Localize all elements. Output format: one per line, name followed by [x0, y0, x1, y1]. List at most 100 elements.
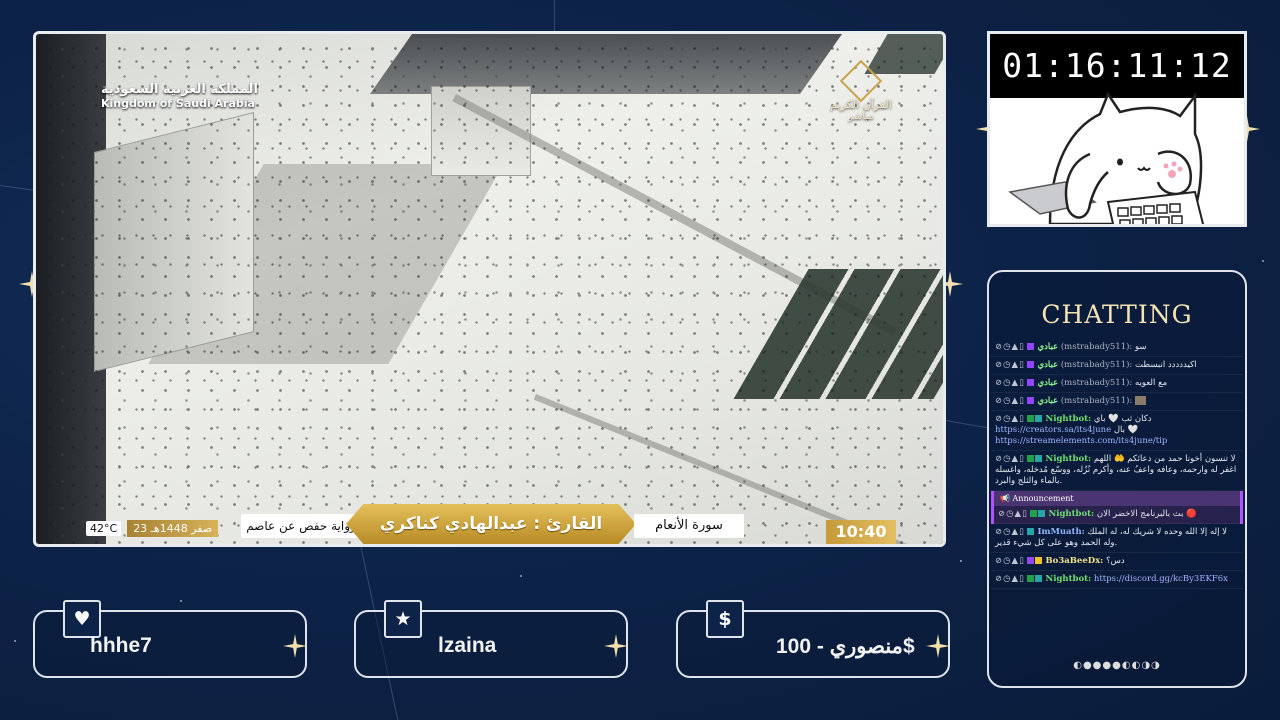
- chat-message: ⊘◷▲▯ Nightbot: بث بالبرنامج الاخضر الان …: [994, 506, 1240, 524]
- emote-icon: [1135, 396, 1146, 405]
- chat-message: ⊘◷▲▯ عبادي (mstrabady511): مع العويه: [991, 375, 1243, 393]
- chat-username[interactable]: عبادي: [1037, 360, 1058, 370]
- chat-message: ⊘◷▲▯ عبادي (mstrabady511): اكيددددد انبس…: [991, 357, 1243, 375]
- ksa-watermark: المملكة العربية السعودية Kingdom of Saud…: [101, 82, 258, 110]
- chat-text: بث بالبرنامج الاخضر الان 🔴: [1096, 509, 1197, 519]
- last-follower-box: ♥ hhhe7: [33, 600, 307, 678]
- chat-username[interactable]: عبادي: [1037, 342, 1058, 352]
- mod-icons: ⊘◷▲▯: [995, 527, 1025, 537]
- chat-message: ⊘◷▲▯ عبادي (mstrabady511): سو: [991, 342, 1243, 357]
- background-line: [0, 185, 35, 191]
- verified-badge-icon: [1026, 455, 1034, 462]
- riwaya-label: رواية حفص عن عاصم: [241, 514, 361, 538]
- star-dot: [520, 575, 522, 577]
- mod-icons: ⊘◷▲▯: [995, 396, 1025, 406]
- clock: 10:40: [826, 520, 896, 544]
- chat-text: سو: [1135, 342, 1147, 352]
- ksa-english: Kingdom of Saudi Arabia: [101, 97, 255, 110]
- star-icon: ★: [384, 600, 422, 638]
- heart-icon: ♥: [63, 600, 101, 638]
- chat-link[interactable]: https://streamelements.com/its4june/tip: [995, 436, 1167, 446]
- surah-label: سورة الأنعام: [634, 514, 744, 538]
- chat-text: دكان ثب 🤍 باي: [1093, 414, 1152, 424]
- info-strip: 42°C 23 صفر 1448هـ: [86, 518, 219, 538]
- reciter-name: القارئ : عبدالهادي كناكري: [379, 514, 603, 534]
- sub-badge-icon: [1026, 343, 1034, 350]
- chat-handle: (mstrabady511):: [1060, 396, 1133, 406]
- bot-badge-icon: [1034, 575, 1042, 582]
- last-follower-name: hhhe7: [90, 634, 152, 657]
- chat-message: ⊘◷▲▯ ImMuath: لا إله إلا الله وحده لا شر…: [991, 524, 1243, 553]
- chat-message: ⊘◷▲▯ Nightbot: لا تنسون أخونا حمد من دعا…: [991, 451, 1243, 491]
- star-dot: [14, 640, 16, 642]
- last-subscriber-name: lzaina: [438, 634, 497, 657]
- hijri-date: 23 صفر 1448هـ: [127, 519, 219, 537]
- bot-badge-icon: [1037, 510, 1045, 517]
- mod-icons: ⊘◷▲▯: [995, 454, 1025, 464]
- star-dot: [960, 560, 962, 562]
- mod-icons: ⊘◷▲▯: [998, 509, 1028, 519]
- sparkle-icon: [604, 634, 628, 658]
- chat-handle: (mstrabady511):: [1060, 342, 1133, 352]
- chat-message: ⊘◷▲▯ عبادي (mstrabady511):: [991, 393, 1243, 411]
- chat-text: دس؟: [1106, 556, 1125, 566]
- moon-phase-pager: ◐●●●●◐◐◑◑: [1073, 660, 1161, 671]
- chat-message: ⊘◷▲▯ Nightbot: دكان ثب 🤍 باي https://cre…: [991, 411, 1243, 451]
- chat-username[interactable]: ImMuath:: [1037, 527, 1084, 537]
- chat-message: ⊘◷▲▯ Bo3aBeeDx: دس؟: [991, 553, 1243, 571]
- verified-badge-icon: [1026, 575, 1034, 582]
- stream-video-frame[interactable]: المملكة العربية السعودية Kingdom of Saud…: [33, 31, 946, 547]
- sparkle-icon: [926, 634, 950, 658]
- bongo-cat-icon: [1008, 91, 1205, 224]
- sparkle-icon: [283, 634, 307, 658]
- last-donation-box: $ منصوري - 100$: [676, 600, 950, 678]
- background-line: [945, 420, 991, 429]
- verified-badge-icon: [1026, 415, 1034, 422]
- announcement-label: Announcement: [1012, 494, 1074, 503]
- chat-handle: (mstrabady511):: [1060, 360, 1133, 370]
- video-crowd: [36, 34, 943, 544]
- bot-badge-icon: [1034, 415, 1042, 422]
- temperature: 42°C: [86, 520, 122, 536]
- sub-badge-icon: [1026, 397, 1034, 404]
- chat-messages[interactable]: ⊘◷▲▯ عبادي (mstrabady511): سو ⊘◷▲▯ عبادي…: [991, 342, 1243, 632]
- announcement-header: 📢 Announcement: [994, 491, 1240, 506]
- chat-username[interactable]: Bo3aBeeDx:: [1045, 556, 1103, 566]
- chat-handle: (mstrabady511):: [1060, 378, 1133, 388]
- quran-logo-icon: [839, 59, 883, 103]
- chat-username[interactable]: Nightbot:: [1045, 574, 1091, 584]
- stream-video: المملكة العربية السعودية Kingdom of Saud…: [36, 34, 943, 544]
- last-subscriber-box: ★ lzaina: [354, 600, 628, 678]
- user-badge-icon: [1026, 528, 1034, 535]
- chat-link[interactable]: https://discord.gg/kcBy3EKF6x: [1094, 574, 1228, 584]
- chat-message: ⊘◷▲▯ Nightbot: https://discord.gg/kcBy3E…: [991, 571, 1243, 589]
- chat-username[interactable]: عبادي: [1037, 396, 1058, 406]
- dollar-icon: $: [706, 600, 744, 638]
- chat-username[interactable]: Nightbot:: [1045, 454, 1091, 464]
- chat-username[interactable]: Nightbot:: [1045, 414, 1091, 424]
- gift-badge-icon: [1034, 557, 1042, 564]
- last-donation-text: منصوري - 100$: [776, 635, 915, 658]
- webcam-frame: 01:16:11:12: [987, 31, 1247, 227]
- sub-badge-icon: [1026, 361, 1034, 368]
- mod-icons: ⊘◷▲▯: [995, 342, 1025, 352]
- sub-badge-icon: [1026, 557, 1034, 564]
- sub-badge-icon: [1026, 379, 1034, 386]
- live-label: مباشر: [848, 111, 874, 122]
- chat-panel: CHATTING ⊘◷▲▯ عبادي (mstrabady511): سو ⊘…: [987, 270, 1247, 688]
- chat-username[interactable]: Nightbot:: [1048, 509, 1094, 519]
- ksa-arabic: المملكة العربية السعودية: [101, 82, 258, 97]
- star-dot: [180, 600, 182, 602]
- mod-icons: ⊘◷▲▯: [995, 574, 1025, 584]
- mod-icons: ⊘◷▲▯: [995, 378, 1025, 388]
- chat-link[interactable]: https://creators.sa/its4june: [995, 425, 1111, 435]
- mod-icons: ⊘◷▲▯: [995, 556, 1025, 566]
- chat-text: بال 🤍: [1113, 425, 1139, 435]
- chat-title: CHATTING: [1041, 300, 1193, 329]
- bot-badge-icon: [1034, 455, 1042, 462]
- chat-username[interactable]: عبادي: [1037, 378, 1058, 388]
- mod-icons: ⊘◷▲▯: [995, 414, 1025, 424]
- chat-announcement: 📢 Announcement ⊘◷▲▯ Nightbot: بث بالبرنا…: [991, 491, 1243, 524]
- star-dot: [1262, 260, 1264, 262]
- chat-text: اكيددددد انبسطت: [1135, 360, 1197, 370]
